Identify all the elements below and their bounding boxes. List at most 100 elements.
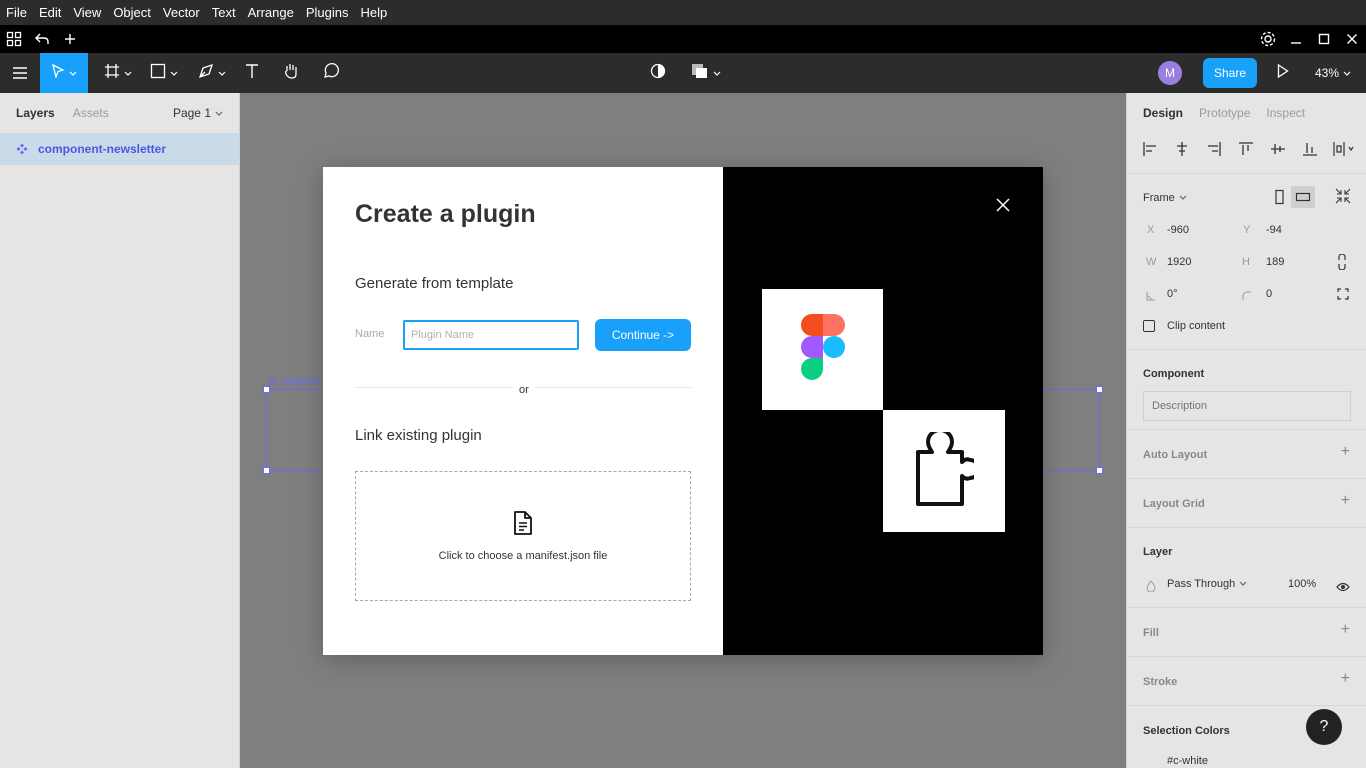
tab-bar bbox=[0, 25, 1366, 53]
new-tab-plus-icon[interactable] bbox=[56, 25, 84, 53]
align-left-icon[interactable] bbox=[1143, 142, 1157, 161]
menu-text[interactable]: Text bbox=[212, 5, 236, 20]
pen-tool[interactable] bbox=[194, 53, 230, 93]
component-icon bbox=[16, 143, 28, 155]
help-button[interactable]: ? bbox=[1306, 709, 1342, 745]
frame-type-dropdown[interactable]: Frame bbox=[1143, 192, 1187, 204]
resize-handle-bottom-right[interactable] bbox=[1096, 467, 1103, 474]
pen-icon bbox=[198, 63, 214, 84]
clip-content-checkbox[interactable] bbox=[1143, 320, 1155, 332]
component-description-input[interactable] bbox=[1143, 391, 1351, 421]
x-label: X bbox=[1147, 224, 1155, 236]
menu-view[interactable]: View bbox=[73, 5, 101, 20]
resize-to-fit-icon[interactable] bbox=[1335, 188, 1351, 209]
comment-tool[interactable] bbox=[319, 53, 343, 93]
add-layout-grid-plus-icon[interactable]: + bbox=[1341, 492, 1350, 510]
frame-label[interactable]: compon bbox=[267, 375, 320, 387]
modal-title: Create a plugin bbox=[355, 200, 536, 228]
move-tool[interactable] bbox=[40, 53, 88, 93]
w-input[interactable]: 1920 bbox=[1167, 256, 1191, 268]
minimize-icon[interactable] bbox=[1282, 25, 1310, 53]
tab-assets[interactable]: Assets bbox=[73, 106, 109, 120]
y-input[interactable]: -94 bbox=[1266, 224, 1282, 236]
rotation-input[interactable]: 0° bbox=[1167, 288, 1178, 300]
text-tool[interactable] bbox=[240, 53, 264, 93]
menu-edit[interactable]: Edit bbox=[39, 5, 61, 20]
continue-button[interactable]: Continue -> bbox=[595, 319, 691, 351]
close-modal-button[interactable] bbox=[993, 197, 1013, 217]
menu-plugins[interactable]: Plugins bbox=[306, 5, 349, 20]
zoom-dropdown[interactable]: 43% bbox=[1310, 53, 1356, 93]
chevron-down-icon bbox=[124, 64, 132, 82]
left-panel-tabs: Layers Assets Page 1 bbox=[0, 93, 239, 133]
align-right-icon[interactable] bbox=[1207, 142, 1221, 161]
x-input[interactable]: -960 bbox=[1167, 224, 1189, 236]
tab-layers[interactable]: Layers bbox=[16, 106, 55, 120]
fill-title: Fill bbox=[1143, 627, 1159, 639]
opacity-input[interactable]: 100% bbox=[1288, 578, 1316, 590]
maximize-icon[interactable] bbox=[1310, 25, 1338, 53]
hand-tool[interactable] bbox=[279, 53, 303, 93]
chevron-down-icon bbox=[218, 64, 226, 82]
align-top-icon[interactable] bbox=[1239, 142, 1253, 161]
present-play-button[interactable] bbox=[1272, 53, 1294, 93]
resize-handle-top-left[interactable] bbox=[263, 386, 270, 393]
clip-content-label: Clip content bbox=[1167, 320, 1226, 332]
tab-design[interactable]: Design bbox=[1143, 106, 1183, 120]
layer-row[interactable]: component-newsletter bbox=[0, 133, 239, 165]
align-center-horizontal-icon[interactable] bbox=[1175, 142, 1189, 161]
add-fill-plus-icon[interactable]: + bbox=[1341, 621, 1350, 639]
h-label: H bbox=[1242, 256, 1250, 268]
align-bottom-icon[interactable] bbox=[1303, 142, 1317, 161]
back-arrow-icon[interactable] bbox=[28, 25, 56, 53]
menu-arrange[interactable]: Arrange bbox=[248, 5, 294, 20]
resize-handle-top-right[interactable] bbox=[1096, 386, 1103, 393]
hamburger-icon[interactable] bbox=[6, 53, 34, 93]
selection-color-name[interactable]: #c-white bbox=[1167, 755, 1208, 767]
chevron-down-icon bbox=[713, 64, 721, 82]
menu-vector[interactable]: Vector bbox=[163, 5, 200, 20]
avatar-letter: M bbox=[1158, 61, 1182, 85]
distribute-icon[interactable] bbox=[1333, 142, 1355, 161]
tab-inspect[interactable]: Inspect bbox=[1266, 106, 1305, 120]
component-section: Component bbox=[1127, 349, 1366, 429]
resize-handle-bottom-left[interactable] bbox=[263, 467, 270, 474]
constrain-proportions-icon[interactable] bbox=[1337, 253, 1347, 275]
grid-icon[interactable] bbox=[0, 25, 28, 53]
plugin-name-label: Name bbox=[355, 328, 385, 340]
chevron-down-icon bbox=[170, 64, 178, 82]
portrait-icon[interactable] bbox=[1273, 189, 1285, 210]
contrast-toggle[interactable] bbox=[646, 53, 670, 93]
close-window-icon[interactable] bbox=[1338, 25, 1366, 53]
settings-gear-icon[interactable] bbox=[1254, 25, 1282, 53]
plugin-name-input[interactable] bbox=[403, 320, 579, 350]
corner-radius-input[interactable]: 0 bbox=[1266, 288, 1272, 300]
menu-help[interactable]: Help bbox=[360, 5, 387, 20]
rectangle-icon bbox=[150, 63, 166, 84]
avatar[interactable]: M bbox=[1157, 53, 1183, 93]
rectangle-tool[interactable] bbox=[146, 53, 182, 93]
clip-content-row: Clip content bbox=[1143, 320, 1225, 332]
manifest-file-chooser[interactable]: Click to choose a manifest.json file bbox=[355, 471, 691, 601]
page-selector[interactable]: Page 1 bbox=[173, 93, 223, 133]
component-tool[interactable] bbox=[688, 53, 724, 93]
frame-tool[interactable] bbox=[100, 53, 136, 93]
h-input[interactable]: 189 bbox=[1266, 256, 1284, 268]
text-icon bbox=[244, 63, 260, 84]
component-icon bbox=[267, 376, 277, 386]
rotation-icon bbox=[1146, 288, 1156, 306]
menu-object[interactable]: Object bbox=[113, 5, 151, 20]
share-wrapper: Share bbox=[1203, 53, 1257, 93]
align-center-vertical-icon[interactable] bbox=[1271, 142, 1285, 161]
eye-icon[interactable] bbox=[1336, 579, 1350, 597]
independent-corners-icon[interactable] bbox=[1337, 287, 1349, 305]
add-stroke-plus-icon[interactable]: + bbox=[1341, 670, 1350, 688]
blend-mode-dropdown[interactable]: Pass Through bbox=[1167, 578, 1247, 590]
alignment-row bbox=[1127, 133, 1366, 173]
corner-radius-icon bbox=[1242, 288, 1252, 306]
add-auto-layout-plus-icon[interactable]: + bbox=[1341, 443, 1350, 461]
tab-prototype[interactable]: Prototype bbox=[1199, 106, 1250, 120]
menu-file[interactable]: File bbox=[6, 5, 27, 20]
landscape-icon[interactable] bbox=[1291, 186, 1315, 208]
share-button[interactable]: Share bbox=[1203, 58, 1257, 88]
